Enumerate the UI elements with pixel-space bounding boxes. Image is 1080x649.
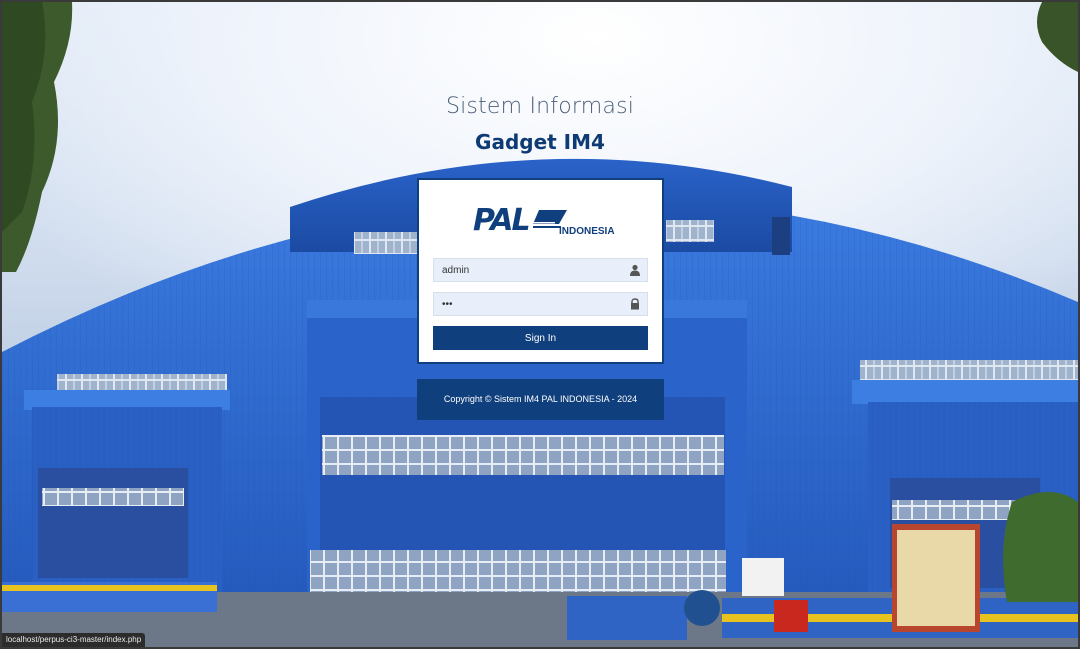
app-title: Gadget IM4	[475, 130, 605, 154]
sign-in-button[interactable]: Sign In	[433, 326, 648, 350]
logo-subtext: INDONESIA	[559, 226, 615, 237]
logo-wordmark: PAL	[473, 203, 531, 238]
pal-indonesia-logo: PAL INDONESIA	[473, 203, 615, 240]
password-input[interactable]	[434, 293, 624, 315]
app-subtitle: Sistem Informasi	[445, 94, 635, 119]
lock-icon	[631, 298, 639, 310]
user-icon	[630, 264, 640, 276]
username-input[interactable]	[434, 259, 624, 281]
status-bar-url: localhost/perpus-ci3-master/index.php	[2, 633, 146, 647]
copyright-banner: Copyright © Sistem IM4 PAL INDONESIA - 2…	[417, 379, 664, 420]
login-panel: PAL INDONESIA Sign In	[417, 178, 664, 364]
password-field[interactable]	[433, 292, 648, 316]
username-field[interactable]	[433, 258, 648, 282]
